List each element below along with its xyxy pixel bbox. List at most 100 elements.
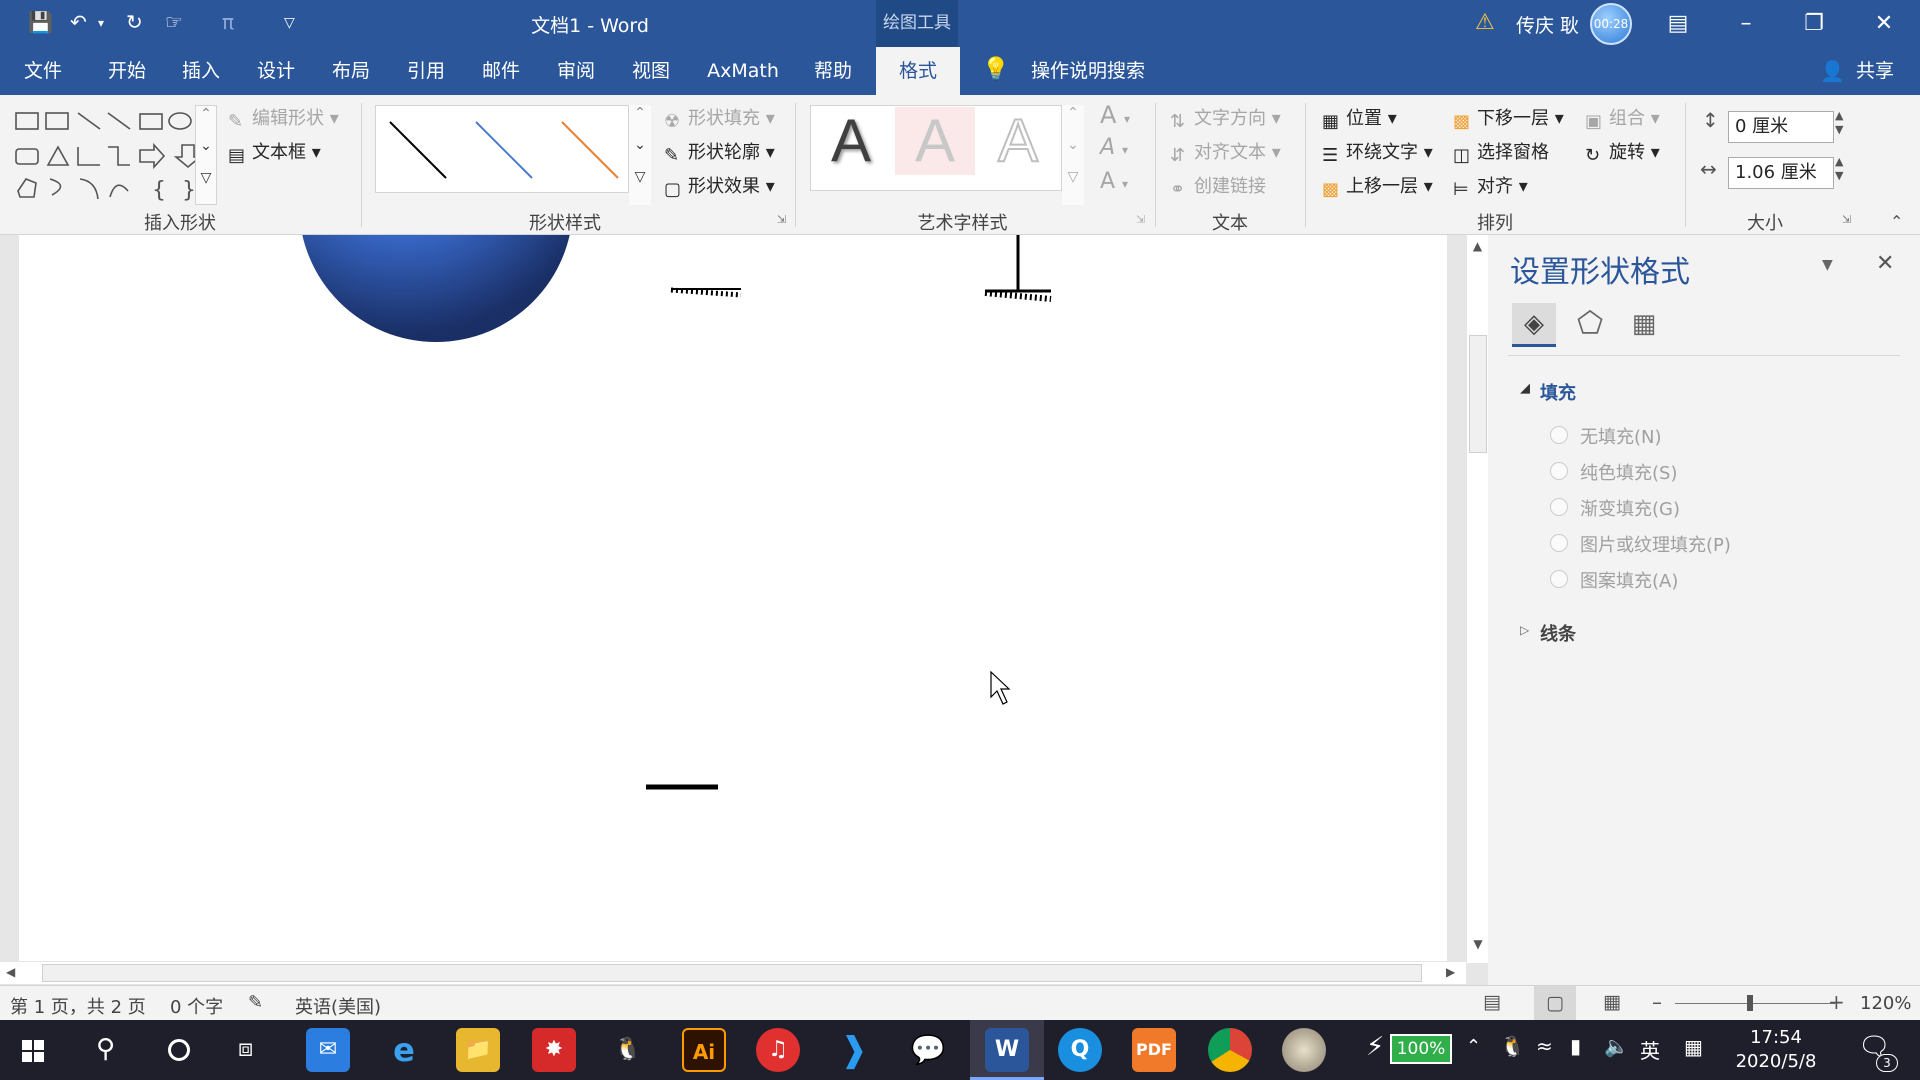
shape-width-input[interactable]: 1.06 厘米 (1728, 157, 1834, 189)
shape-fill-button[interactable]: ☢ 形状填充 ▾ (664, 104, 775, 132)
user-name[interactable]: 传庆 耿 (1516, 11, 1579, 38)
wordart-style-2[interactable]: A (895, 107, 975, 175)
windows-start-icon[interactable] (22, 1040, 44, 1062)
timer-badge[interactable]: 00:28 (1590, 3, 1632, 45)
word-count[interactable]: 0 个字 (170, 993, 223, 1019)
qq-app-icon[interactable]: 🐧 (606, 1028, 650, 1072)
huawei-app-icon[interactable]: ✸ (532, 1028, 576, 1072)
shape-gallery[interactable]: { } (12, 107, 203, 203)
position-button[interactable]: ▦ 位置 ▾ (1322, 104, 1397, 132)
wrap-text-button[interactable]: ☰ 环绕文字 ▾ (1322, 138, 1433, 166)
system-clock[interactable]: 17:54 2020/5/8 (1726, 1026, 1826, 1074)
volume-icon[interactable]: 🔈 (1604, 1034, 1629, 1058)
document-page[interactable] (19, 68, 1447, 961)
tab-layout[interactable]: 布局 (326, 47, 376, 95)
scroll-left-icon[interactable]: ◀ (6, 965, 15, 979)
zoom-level[interactable]: 120% (1860, 993, 1911, 1014)
layout-properties-tab-icon[interactable]: ▦ (1622, 303, 1666, 347)
text-box-button[interactable]: ▤ 文本框 ▾ (228, 138, 321, 166)
read-mode-icon[interactable]: ▤ (1483, 991, 1501, 1013)
line-section-header[interactable]: 线条 (1540, 620, 1576, 646)
proofing-icon[interactable]: ✎ (248, 992, 263, 1013)
zoom-in-button[interactable]: + (1828, 990, 1845, 1014)
cortana-icon[interactable] (168, 1039, 190, 1061)
file-explorer-icon[interactable]: 📁 (456, 1028, 500, 1072)
create-link-button[interactable]: ⚭ 创建链接 (1170, 172, 1266, 200)
zoom-slider-thumb[interactable] (1747, 995, 1753, 1011)
tab-references[interactable]: 引用 (401, 47, 451, 95)
netease-music-icon[interactable]: ♫ (756, 1028, 800, 1072)
picture-fill-radio[interactable] (1550, 534, 1568, 552)
vertical-scrollbar[interactable]: ▲ ▼ (1466, 235, 1488, 963)
fill-section-header[interactable]: 填充 (1540, 379, 1576, 405)
tab-home[interactable]: 开始 (102, 47, 152, 95)
word-app-icon[interactable]: W (985, 1028, 1029, 1072)
pane-options-dropdown-icon[interactable]: ▼ (1822, 257, 1833, 273)
ime-mode-icon[interactable]: ▦ (1684, 1035, 1703, 1059)
horizontal-scrollbar[interactable]: ◀ ▶ (0, 962, 1466, 984)
search-icon[interactable]: ⚲ (96, 1034, 115, 1064)
print-layout-icon[interactable]: ▢ (1534, 986, 1576, 1020)
tab-view[interactable]: 视图 (626, 47, 676, 95)
close-button[interactable]: ✕ (1850, 0, 1918, 47)
pane-close-icon[interactable]: ✕ (1876, 251, 1894, 276)
tab-help[interactable]: 帮助 (808, 47, 858, 95)
dialog-launcher-icon[interactable]: ⇲ (1136, 213, 1145, 226)
tab-insert[interactable]: 插入 (176, 47, 226, 95)
text-outline-icon[interactable]: A ▾ (1100, 135, 1128, 160)
mail-app-icon[interactable]: ✉ (306, 1028, 350, 1072)
tab-review[interactable]: 审阅 (551, 47, 601, 95)
pattern-fill-label[interactable]: 图案填充(A) (1580, 567, 1678, 593)
power-bolt-icon[interactable]: ⚡ (1366, 1032, 1384, 1062)
task-view-icon[interactable]: ⧈ (238, 1034, 253, 1062)
moon-app-icon[interactable] (1282, 1028, 1326, 1072)
text-direction-button[interactable]: ⇅ 文字方向 ▾ (1170, 104, 1281, 132)
rotate-button[interactable]: ↻ 旋转 ▾ (1585, 138, 1660, 166)
ime-language[interactable]: 英 (1640, 1035, 1660, 1064)
no-fill-radio[interactable] (1550, 426, 1568, 444)
no-fill-label[interactable]: 无填充(N) (1580, 423, 1662, 449)
horizontal-scroll-thumb[interactable] (42, 964, 1422, 982)
tab-file[interactable]: 文件 (18, 47, 68, 95)
ground-symbol-left[interactable] (670, 287, 742, 298)
scroll-right-icon[interactable]: ▶ (1446, 965, 1455, 979)
edit-shape-button[interactable]: ✎ 编辑形状 ▾ (228, 104, 339, 132)
blue-sphere-shape[interactable] (299, 68, 573, 342)
scroll-up-icon[interactable]: ▲ (1467, 239, 1488, 253)
drawing-canvas[interactable] (19, 68, 1447, 961)
line-collapsed-icon[interactable]: ▷ (1520, 623, 1529, 637)
text-effects-icon[interactable]: A ▾ (1100, 169, 1128, 194)
send-backward-button[interactable]: ▩ 下移一层 ▾ (1453, 104, 1564, 132)
web-layout-icon[interactable]: ▦ (1603, 991, 1621, 1013)
collapse-ribbon-icon[interactable]: ⌃ (1890, 212, 1903, 231)
width-spinner-icon[interactable]: ▲ ▼ (1835, 155, 1843, 183)
shape-gallery-scroll[interactable]: ⌃ ⌄ ▽ (195, 105, 217, 205)
fill-line-tab-icon[interactable]: ◈ (1512, 303, 1556, 347)
align-text-button[interactable]: ⇵ 对齐文本 ▾ (1170, 138, 1281, 166)
selection-pane-button[interactable]: ◫ 选择窗格 (1453, 138, 1549, 166)
tray-expand-icon[interactable]: ⌃ (1466, 1036, 1481, 1057)
ribbon-display-icon[interactable]: ▤ (1644, 0, 1712, 47)
shape-height-input[interactable]: 0 厘米 (1728, 111, 1834, 143)
restore-button[interactable]: ❐ (1780, 0, 1848, 47)
page-count[interactable]: 第 1 页，共 2 页 (10, 993, 146, 1019)
gradient-fill-label[interactable]: 渐变填充(G) (1580, 495, 1680, 521)
illustrator-app-icon[interactable]: Ai (682, 1028, 726, 1072)
share-button[interactable]: 共享 (1850, 47, 1900, 95)
zoom-out-button[interactable]: – (1652, 990, 1662, 1014)
picture-fill-label[interactable]: 图片或纹理填充(P) (1580, 531, 1731, 557)
zoom-slider-track[interactable] (1675, 1003, 1835, 1004)
edge-browser-icon[interactable]: e (382, 1028, 426, 1072)
pattern-fill-radio[interactable] (1550, 570, 1568, 588)
tell-me-search[interactable]: 操作说明搜索 (1020, 47, 1156, 95)
bring-forward-button[interactable]: ▩ 上移一层 ▾ (1322, 172, 1433, 200)
wordart-style-3[interactable]: A (978, 106, 1058, 175)
wordart-gallery-scroll[interactable]: ⌃ ⌄ ▽ (1062, 105, 1084, 205)
qq-tray-icon[interactable]: 🐧 (1500, 1034, 1525, 1058)
shape-outline-button[interactable]: ✎ 形状轮廓 ▾ (664, 138, 775, 166)
shape-gallery-icons[interactable]: { } (12, 107, 203, 203)
text-fill-icon[interactable]: A ▾ (1100, 101, 1130, 129)
tab-format[interactable]: 格式 (876, 47, 960, 95)
effects-tab-icon[interactable]: ⬠ (1568, 303, 1612, 347)
ground-symbol-right[interactable] (984, 235, 1052, 302)
